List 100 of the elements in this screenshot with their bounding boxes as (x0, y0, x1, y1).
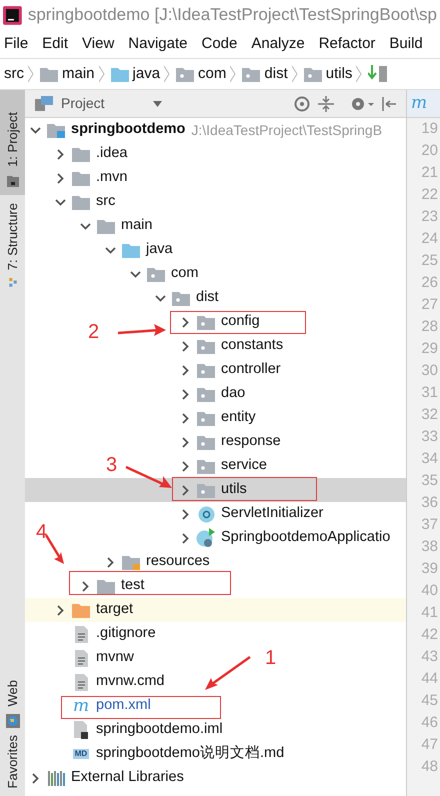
line-number: 41 (421, 603, 438, 623)
folder-icon (72, 602, 90, 618)
settings-icon[interactable] (350, 96, 374, 112)
tool-window-tab[interactable]: 7: Structure (0, 195, 25, 295)
tool-window-tab[interactable]: Favorites (0, 736, 25, 796)
app-logo-icon (3, 6, 22, 24)
collapsed-chevron-icon[interactable] (180, 508, 191, 520)
collapsed-chevron-icon[interactable] (180, 436, 191, 448)
tree-item-label[interactable]: .gitignore (96, 623, 156, 645)
collapsed-chevron-icon[interactable] (180, 364, 191, 376)
menu-item[interactable]: Code (201, 32, 238, 56)
line-number: 36 (421, 493, 438, 513)
line-number: 46 (421, 713, 438, 733)
hide-panel-icon[interactable] (382, 96, 396, 112)
breadcrumb-item[interactable]: dist (242, 62, 298, 86)
collapse-all-icon[interactable] (318, 96, 334, 112)
tree-item-label[interactable]: springbootdemo说明文档.md (96, 743, 284, 765)
tree-item-label[interactable]: test (121, 575, 144, 597)
collapsed-chevron-icon[interactable] (180, 412, 191, 424)
expanded-chevron-icon[interactable] (130, 268, 141, 280)
tree-item-label[interactable]: service (221, 455, 267, 477)
tree-item-label[interactable]: springbootdemo (71, 119, 186, 141)
tool-window-tab[interactable]: 1: Project (0, 90, 25, 195)
expanded-chevron-icon[interactable] (30, 124, 41, 136)
tree-item-label[interactable]: pom.xml (96, 695, 151, 717)
collapsed-chevron-icon[interactable] (180, 340, 191, 352)
menu-item[interactable]: File (4, 32, 28, 56)
tree-item-label[interactable]: entity (221, 407, 256, 429)
tool-window-label: 1: Project (4, 112, 21, 167)
tree-item-label[interactable]: .idea (96, 143, 128, 165)
tool-window-tab[interactable]: Web (0, 656, 25, 736)
tree-item-label[interactable]: dist (196, 287, 219, 309)
menu-item[interactable]: Refactor (318, 32, 376, 56)
expanded-chevron-icon[interactable] (80, 220, 91, 232)
tree-item-label[interactable]: resources (146, 551, 210, 573)
tool-window-label: 7: Structure (4, 203, 21, 270)
separator-icon (164, 65, 170, 83)
folder-icon (242, 66, 260, 82)
collapsed-chevron-icon[interactable] (55, 172, 66, 184)
breadcrumb-item[interactable]: src (4, 62, 34, 86)
line-number: 27 (421, 295, 438, 315)
collapsed-chevron-icon[interactable] (55, 148, 66, 160)
libraries-icon (48, 770, 64, 786)
menu-item[interactable]: Analyze (251, 32, 305, 56)
breadcrumb-item[interactable]: main (40, 62, 105, 86)
menu-item[interactable]: Build (389, 32, 423, 56)
tree-item-label[interactable]: .mvn (96, 167, 128, 189)
tool-window-label: Favorites (4, 734, 21, 788)
breadcrumb-item[interactable]: com (176, 62, 236, 86)
collapsed-chevron-icon[interactable] (180, 388, 191, 400)
folder-icon (197, 434, 215, 450)
line-number: 40 (421, 581, 438, 601)
tree-item-label[interactable]: response (221, 431, 281, 453)
tree-item-label[interactable]: config (221, 311, 260, 333)
collapsed-chevron-icon[interactable] (80, 580, 91, 592)
menu-item[interactable]: Navigate (128, 32, 188, 56)
tree-row[interactable]: utils (25, 478, 406, 502)
breadcrumb-item[interactable]: utils (304, 62, 362, 86)
expanded-chevron-icon[interactable] (55, 196, 66, 208)
menu-item[interactable]: Edit (42, 32, 68, 56)
application-class-icon (196, 528, 216, 548)
collapsed-chevron-icon[interactable] (55, 604, 66, 616)
panel-title[interactable]: Project (61, 93, 105, 114)
tree-item-label[interactable]: SpringbootdemoApplicatio (221, 527, 390, 549)
tree-item-label[interactable]: springbootdemo.iml (96, 719, 223, 741)
collapsed-chevron-icon[interactable] (30, 772, 41, 784)
tree-item-label[interactable]: ServletInitializer (221, 503, 324, 525)
breadcrumb-item[interactable]: java (110, 62, 170, 86)
tree-item-label: utils (221, 480, 247, 500)
collapsed-chevron-icon[interactable] (180, 460, 191, 472)
tree-item-label[interactable]: mvnw (96, 647, 134, 669)
tree-item-label[interactable]: java (146, 239, 173, 261)
folder-icon (47, 122, 65, 138)
tree-item-label[interactable]: controller (221, 359, 281, 381)
expanded-chevron-icon[interactable] (105, 244, 116, 256)
collapsed-chevron-icon[interactable] (180, 532, 191, 544)
tree-item-label[interactable]: main (121, 215, 152, 237)
collapsed-chevron-icon[interactable] (105, 556, 116, 568)
tree-item-label[interactable]: constants (221, 335, 284, 357)
folder-icon (72, 170, 90, 186)
menu-item[interactable]: View (82, 32, 114, 56)
line-number: 23 (421, 207, 438, 227)
expanded-chevron-icon[interactable] (155, 292, 166, 304)
tree-item-label[interactable]: com (171, 263, 198, 285)
line-number: 25 (421, 251, 438, 271)
tree-item-label[interactable]: mvnw.cmd (96, 671, 164, 693)
tree-item-label[interactable]: dao (221, 383, 246, 405)
folder-icon (97, 218, 115, 234)
tree-item-label[interactable]: src (96, 191, 116, 213)
line-number: 43 (421, 647, 438, 667)
tree-item-label[interactable]: External Libraries (71, 767, 184, 789)
dropdown-icon[interactable] (152, 100, 162, 106)
locate-icon[interactable] (294, 96, 310, 112)
annotation-number: 2 (88, 322, 100, 342)
module-file-icon (74, 721, 88, 739)
collapsed-chevron-icon[interactable] (180, 316, 191, 328)
sort-icon[interactable] (368, 65, 388, 83)
tree-row[interactable]: target (25, 598, 406, 622)
folder-icon (197, 482, 215, 498)
collapsed-chevron-icon[interactable] (180, 484, 191, 496)
